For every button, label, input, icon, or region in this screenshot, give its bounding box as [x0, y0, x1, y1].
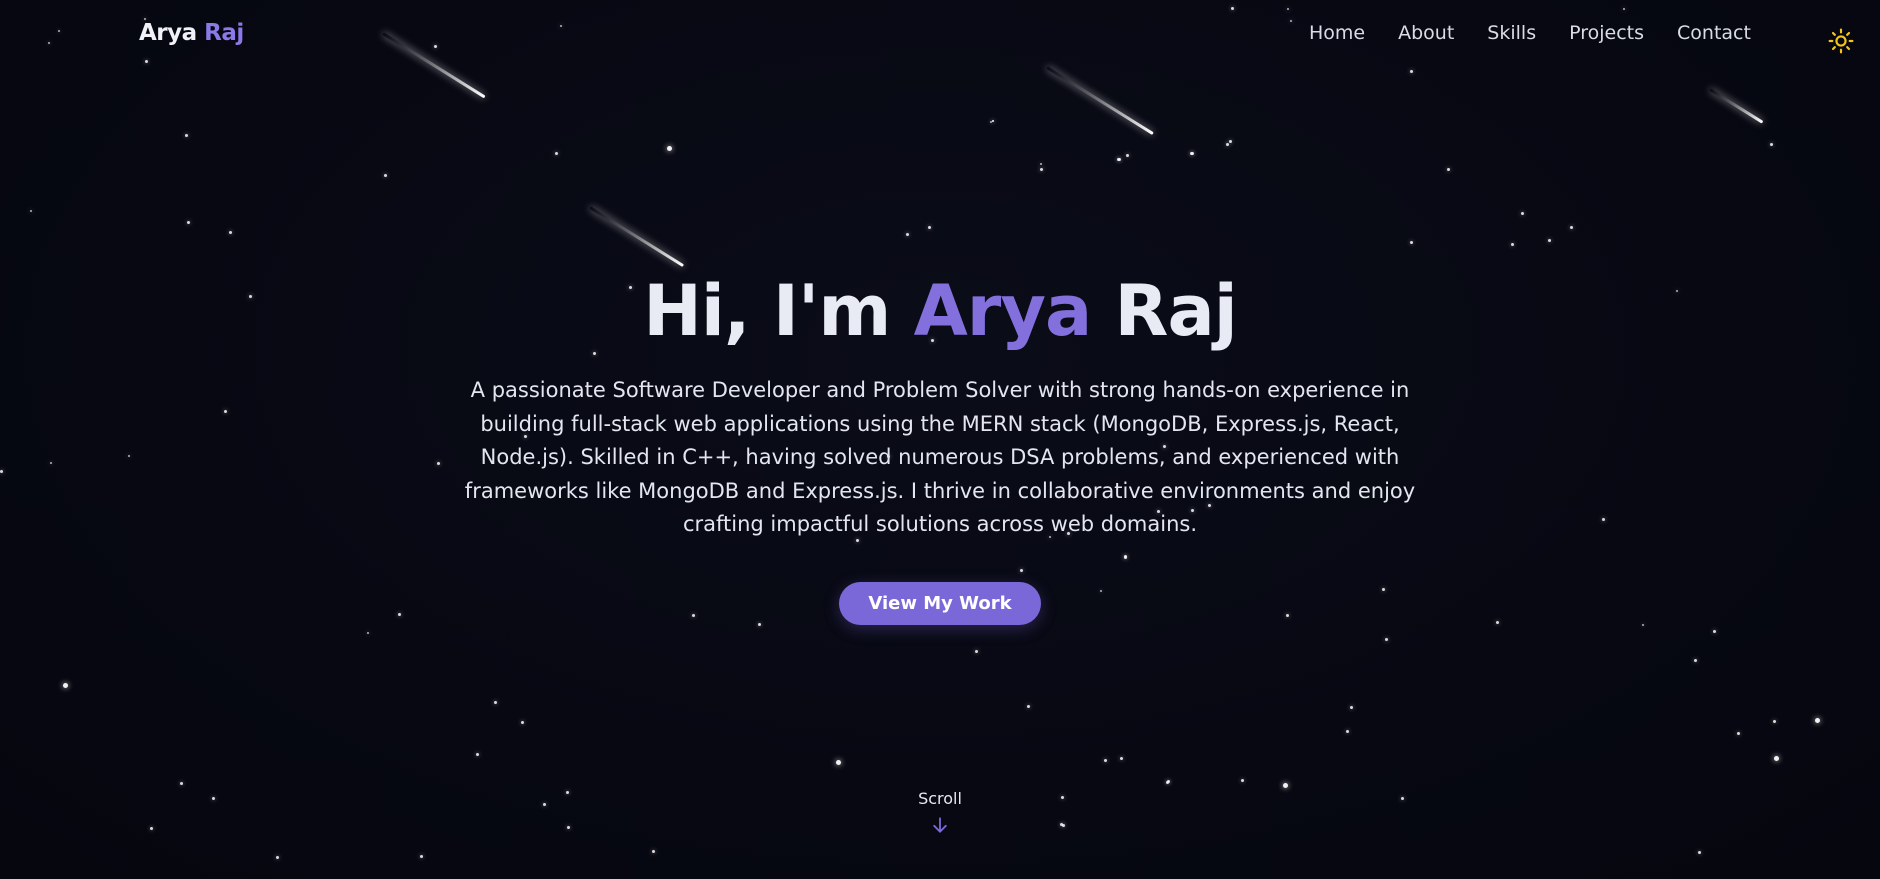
star [185, 134, 188, 137]
star [1548, 239, 1551, 242]
page: Arya Raj Home About Skills Projects Cont… [0, 0, 1880, 879]
star [1447, 168, 1450, 171]
star [1283, 783, 1288, 788]
star [928, 226, 931, 229]
star [1511, 243, 1514, 246]
star [1815, 718, 1820, 723]
hero-greeting: Hi, I'm [643, 270, 914, 352]
star [1698, 851, 1701, 854]
star [975, 650, 978, 653]
site-header: Arya Raj Home About Skills Projects Cont… [0, 0, 1880, 70]
star [1385, 638, 1388, 641]
theme-toggle-button[interactable] [1828, 28, 1854, 54]
star [1774, 756, 1779, 761]
star [180, 782, 183, 785]
hero-description: A passionate Software Developer and Prob… [464, 378, 1416, 536]
star [521, 721, 524, 724]
nav-skills[interactable]: Skills [1487, 22, 1536, 44]
star [1229, 140, 1232, 143]
star [30, 210, 32, 212]
star [1191, 152, 1194, 155]
star [1521, 212, 1524, 215]
star [1226, 143, 1229, 146]
star [1166, 781, 1169, 784]
star [1167, 780, 1170, 783]
star [992, 120, 994, 122]
nav-contact[interactable]: Contact [1677, 22, 1751, 44]
arrow-down-icon [933, 817, 947, 833]
logo-first: Arya [139, 20, 197, 46]
star [476, 753, 479, 756]
star [187, 221, 190, 224]
star [1104, 759, 1107, 762]
star [1120, 757, 1123, 760]
star [1737, 732, 1740, 735]
star [836, 760, 841, 765]
hero-name-last: Raj [1091, 270, 1238, 352]
star [1350, 706, 1353, 709]
star [494, 701, 497, 704]
star [906, 233, 909, 236]
star [1346, 730, 1349, 733]
star [1040, 163, 1042, 165]
star [276, 856, 279, 859]
scroll-indicator[interactable]: Scroll [0, 789, 1880, 836]
star [367, 632, 369, 634]
main-nav: Home About Skills Projects Contact [1309, 22, 1784, 44]
nav-projects[interactable]: Projects [1569, 22, 1644, 44]
logo-second: Raj [204, 20, 244, 46]
star [1126, 154, 1129, 157]
star [652, 850, 655, 853]
star [667, 146, 672, 151]
star [1190, 152, 1193, 155]
nav-home[interactable]: Home [1309, 22, 1365, 44]
star [229, 231, 232, 234]
scroll-label: Scroll [918, 789, 962, 808]
shooting-star [1709, 88, 1764, 124]
star [420, 855, 423, 858]
star [1040, 168, 1043, 171]
star [1410, 70, 1413, 73]
star [1570, 226, 1573, 229]
star [1713, 630, 1716, 633]
hero-name-first: Arya [913, 270, 1093, 352]
site-logo[interactable]: Arya Raj [139, 20, 244, 46]
hero-section: Hi, I'm Arya Raj A passionate Software D… [0, 268, 1880, 625]
star [1773, 720, 1776, 723]
shooting-star [589, 206, 685, 268]
sun-icon [1828, 28, 1854, 54]
star [1117, 158, 1120, 161]
star [1241, 779, 1244, 782]
nav-about[interactable]: About [1398, 22, 1454, 44]
star [555, 152, 558, 155]
star [1410, 241, 1413, 244]
star [1694, 659, 1697, 662]
star [1118, 158, 1121, 161]
star [992, 120, 994, 122]
star [384, 174, 387, 177]
view-my-work-button[interactable]: View My Work [839, 581, 1041, 625]
star [63, 683, 68, 688]
shooting-star [1046, 66, 1154, 136]
hero-title: Hi, I'm Arya Raj [0, 268, 1880, 354]
star [990, 121, 992, 123]
star [1027, 705, 1030, 708]
star [1770, 143, 1773, 146]
